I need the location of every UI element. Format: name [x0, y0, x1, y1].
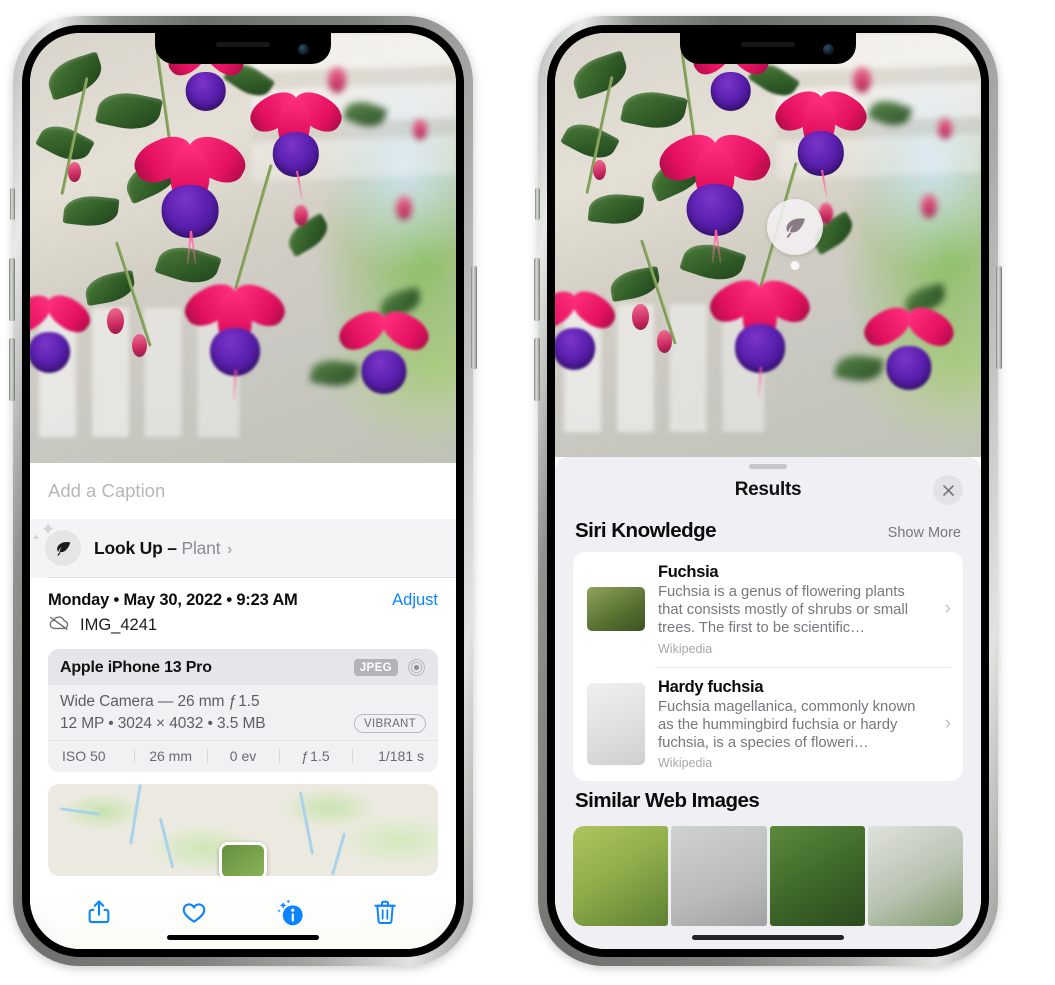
- web-image-1[interactable]: [573, 826, 669, 927]
- home-indicator[interactable]: [692, 935, 844, 940]
- result-source: Wikipedia: [658, 641, 713, 656]
- exif-focal: 26 mm: [134, 748, 206, 764]
- result-title: Hardy fuchsia: [658, 677, 764, 696]
- similar-web-images-header: Similar Web Images: [555, 781, 981, 822]
- left-phone-screen: Add a Caption ✦ ✦ Look Up – Plant › Mond…: [30, 33, 456, 949]
- similar-web-images-strip: [555, 826, 981, 927]
- exif-shutter: 1/181 s: [351, 748, 428, 764]
- left-phone-bezel: Add a Caption ✦ ✦ Look Up – Plant › Mond…: [22, 25, 464, 957]
- web-image-4[interactable]: [867, 826, 963, 927]
- look-up-label: Look Up – Plant ›: [94, 538, 232, 559]
- photo-viewer[interactable]: [555, 33, 981, 457]
- visual-look-up-leaf-badge[interactable]: [767, 199, 823, 255]
- volume-up-button[interactable]: [534, 258, 540, 321]
- section-title: Similar Web Images: [575, 789, 760, 813]
- home-indicator[interactable]: [167, 935, 319, 940]
- result-title: Fuchsia: [658, 563, 719, 581]
- adjust-button[interactable]: Adjust: [392, 591, 438, 610]
- web-image-3[interactable]: [769, 826, 865, 927]
- volume-up-button[interactable]: [9, 258, 15, 321]
- earpiece-speaker: [741, 42, 795, 47]
- result-thumbnail: [587, 682, 645, 765]
- device-notch: [155, 33, 331, 64]
- aperture-icon: [407, 658, 426, 677]
- web-image-2[interactable]: [671, 826, 767, 927]
- exif-exposure: 0 ev: [206, 748, 279, 764]
- info-sparkle-icon[interactable]: [276, 898, 306, 928]
- date-row: Monday • May 30, 2022 • 9:23 AM Adjust: [30, 578, 456, 612]
- share-icon[interactable]: [85, 898, 115, 928]
- exif-row: ISO 50 26 mm 0 ev ƒ 1.5 1/181 s: [48, 740, 438, 772]
- device-notch: [680, 33, 856, 64]
- look-up-subject: Plant: [181, 537, 221, 558]
- fuchsia-photo: [555, 33, 981, 457]
- result-source: Wikipedia: [658, 756, 713, 771]
- results-header: Results: [555, 469, 981, 511]
- photographic-style-badge: VIBRANT: [354, 714, 426, 733]
- metadata-header: Apple iPhone 13 Pro JPEG: [48, 649, 438, 685]
- metadata-body: Wide Camera — 26 mm ƒ 1.5 12 MP • 3024 ×…: [48, 685, 438, 740]
- results-title: Results: [734, 479, 802, 500]
- caption-input[interactable]: Add a Caption: [30, 463, 456, 519]
- metadata-card[interactable]: Apple iPhone 13 Pro JPEG Wide Camera — 2…: [48, 649, 438, 772]
- heart-icon[interactable]: [180, 898, 210, 928]
- side-power-button[interactable]: [996, 266, 1002, 369]
- show-more-button[interactable]: Show More: [888, 525, 961, 541]
- volume-down-button[interactable]: [9, 338, 15, 401]
- list-item[interactable]: Fuchsia Fuchsia is a genus of flowering …: [573, 552, 963, 667]
- leaf-icon: ✦ ✦: [32, 521, 81, 566]
- front-camera: [298, 44, 309, 55]
- volume-down-button[interactable]: [534, 338, 540, 401]
- siri-knowledge-header: Siri Knowledge Show More: [555, 511, 981, 552]
- location-map[interactable]: [48, 784, 438, 876]
- right-phone-bezel: Results Siri Knowledge Show More Fuchsia…: [547, 25, 989, 957]
- look-up-dash: –: [167, 537, 177, 558]
- fuchsia-photo: [30, 33, 456, 463]
- front-camera: [823, 44, 834, 55]
- exif-iso: ISO 50: [62, 748, 106, 764]
- results-sheet: Results Siri Knowledge Show More Fuchsia…: [555, 457, 981, 949]
- trash-icon[interactable]: [371, 898, 401, 928]
- format-badge: JPEG: [353, 659, 398, 676]
- mute-switch[interactable]: [535, 188, 540, 220]
- image-size-info: 12 MP • 3024 × 4032 • 3.5 MB: [60, 714, 266, 732]
- icloud-slash-icon: [48, 615, 70, 636]
- lens-info: Wide Camera — 26 mm ƒ 1.5: [60, 693, 260, 710]
- chevron-right-icon: ›: [944, 598, 951, 620]
- device-name: Apple iPhone 13 Pro: [60, 658, 212, 676]
- list-item[interactable]: Hardy fuchsia Fuchsia magellanica, commo…: [573, 666, 963, 782]
- look-up-row[interactable]: ✦ ✦ Look Up – Plant ›: [30, 519, 456, 578]
- result-thumbnail: [587, 587, 645, 632]
- section-title: Siri Knowledge: [575, 519, 717, 542]
- right-phone-screen: Results Siri Knowledge Show More Fuchsia…: [555, 33, 981, 949]
- exif-aperture: ƒ 1.5: [279, 748, 351, 764]
- file-row: IMG_4241: [30, 612, 456, 647]
- mute-switch[interactable]: [10, 188, 15, 220]
- file-name: IMG_4241: [80, 616, 158, 634]
- screenshot-canvas: Add a Caption ✦ ✦ Look Up – Plant › Mond…: [0, 0, 1055, 985]
- side-power-button[interactable]: [471, 266, 477, 369]
- earpiece-speaker: [216, 42, 270, 47]
- left-phone-device: Add a Caption ✦ ✦ Look Up – Plant › Mond…: [9, 16, 477, 966]
- map-photo-pin[interactable]: [219, 842, 267, 876]
- right-phone-device: Results Siri Knowledge Show More Fuchsia…: [534, 16, 1002, 966]
- chevron-right-icon: ›: [944, 712, 951, 734]
- look-up-title: Look Up: [94, 537, 163, 558]
- photo-viewer[interactable]: [30, 33, 456, 463]
- close-icon[interactable]: [933, 475, 963, 505]
- result-description: Fuchsia magellanica, commonly known as t…: [658, 698, 916, 751]
- result-description: Fuchsia is a genus of flowering plants t…: [658, 584, 908, 637]
- photo-info-sheet: Add a Caption ✦ ✦ Look Up – Plant › Mond…: [30, 463, 456, 949]
- chevron-right-icon: ›: [227, 540, 233, 558]
- siri-knowledge-card: Fuchsia Fuchsia is a genus of flowering …: [573, 552, 963, 782]
- sparkle-small-icon: ✦: [32, 533, 41, 544]
- photo-date: Monday • May 30, 2022 • 9:23 AM: [48, 591, 298, 609]
- sparkle-icon: ✦: [41, 520, 56, 539]
